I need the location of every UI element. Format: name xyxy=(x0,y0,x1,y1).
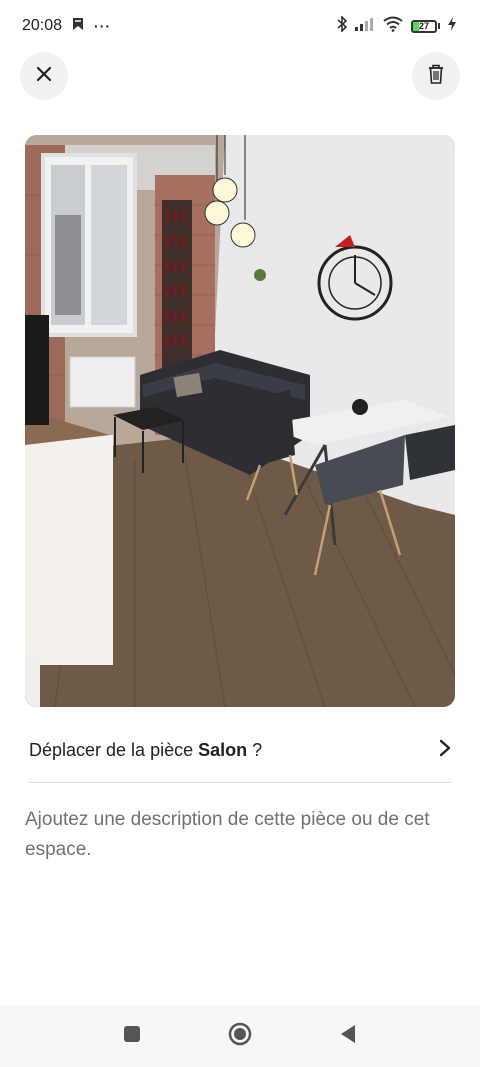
trash-icon xyxy=(428,64,444,89)
close-button[interactable] xyxy=(20,52,68,100)
wifi-icon xyxy=(383,16,403,37)
move-prefix: Déplacer de la pièce xyxy=(29,739,199,760)
chevron-right-icon xyxy=(439,739,451,762)
status-time: 20:08 xyxy=(22,17,63,34)
battery-icon: 27 xyxy=(411,19,440,33)
circle-icon xyxy=(228,1022,252,1051)
back-button[interactable] xyxy=(334,1022,362,1050)
battery-tip xyxy=(438,23,440,29)
delete-button[interactable] xyxy=(412,52,460,100)
living-room-photo xyxy=(25,135,455,707)
triangle-back-icon xyxy=(339,1024,357,1049)
recents-button[interactable] xyxy=(118,1022,146,1050)
status-bar: 20:08 ··· 27 xyxy=(0,0,480,52)
description-input[interactable]: Ajoutez une description de cette pièce o… xyxy=(25,805,455,865)
more-notifications-dots: ··· xyxy=(94,18,112,34)
move-suffix: ? xyxy=(247,739,263,760)
home-button[interactable] xyxy=(226,1022,254,1050)
status-right: 27 xyxy=(337,14,456,37)
divider xyxy=(29,782,451,783)
room-name: Salon xyxy=(198,739,248,760)
move-to-room-text: Déplacer de la pièce Salon ? xyxy=(29,740,262,761)
system-navigation-bar xyxy=(0,1005,480,1067)
app-notification-icon xyxy=(72,17,84,36)
bluetooth-icon xyxy=(337,14,348,37)
square-icon xyxy=(123,1025,141,1048)
charging-icon xyxy=(448,16,456,36)
close-icon xyxy=(36,66,52,87)
room-photo[interactable] xyxy=(25,135,455,707)
battery-body: 27 xyxy=(411,19,437,33)
signal-icon xyxy=(355,17,375,36)
move-to-room-row[interactable]: Déplacer de la pièce Salon ? xyxy=(29,720,451,780)
status-left: 20:08 ··· xyxy=(22,17,111,36)
battery-level: 27 xyxy=(418,20,429,31)
